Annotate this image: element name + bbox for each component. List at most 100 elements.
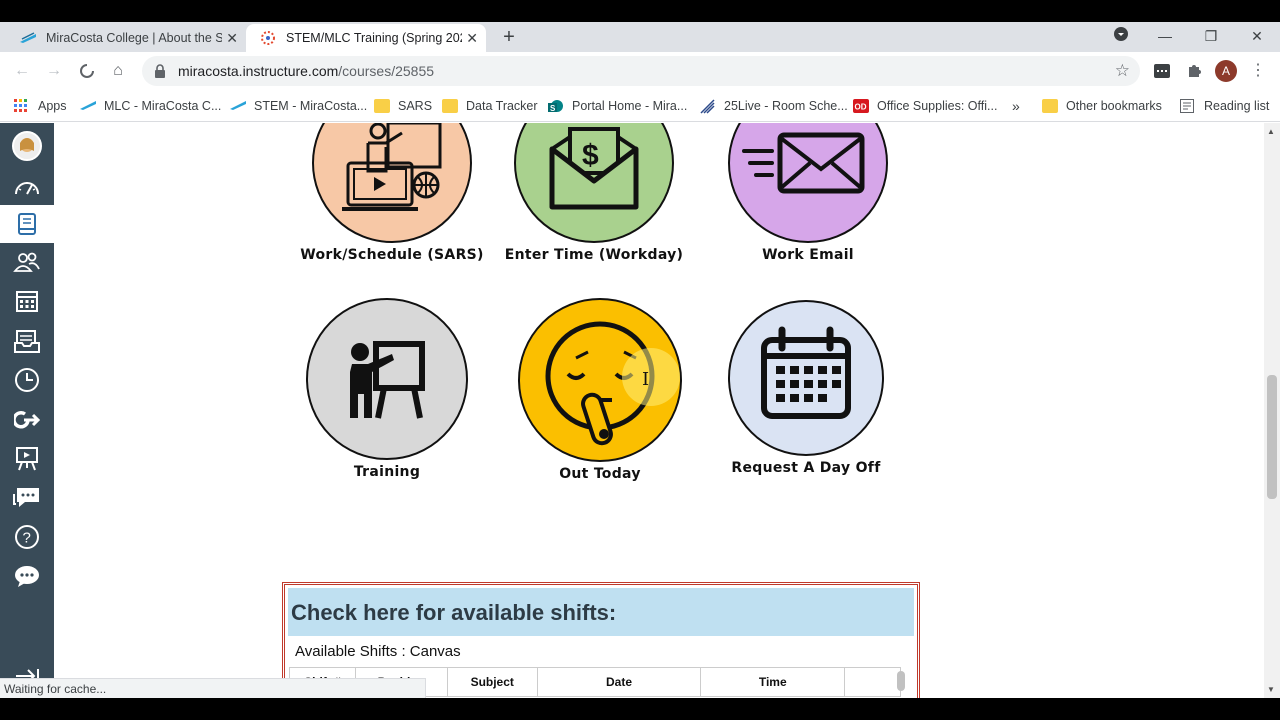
- scroll-up-icon[interactable]: ▲: [1267, 127, 1275, 136]
- bookmark-stem[interactable]: STEM - MiraCosta...: [230, 96, 367, 116]
- svg-text:S: S: [550, 104, 556, 113]
- tile-circle: [728, 300, 884, 456]
- home-icon[interactable]: ⌂: [107, 60, 129, 82]
- miracosta-favicon-icon: [80, 99, 96, 113]
- bookmarks-bar: Apps MLC - MiraCosta C... STEM - MiraCos…: [0, 90, 1280, 122]
- table-scrollbar[interactable]: [897, 671, 905, 691]
- bookmark-label: Other bookmarks: [1066, 99, 1162, 113]
- page-scrollbar[interactable]: ▲ ▼: [1264, 123, 1280, 698]
- bookmark-sars[interactable]: SARS: [374, 96, 432, 116]
- nav-dashboard-icon[interactable]: [12, 171, 42, 201]
- tab-strip: MiraCosta College | About the ST ✕ STEM/…: [0, 22, 1280, 52]
- tab-search-icon[interactable]: [1098, 24, 1144, 48]
- bookmark-data-tracker[interactable]: Data Tracker: [442, 96, 538, 116]
- loading-stop-icon[interactable]: [76, 60, 98, 82]
- envelope-dollar-icon: $: [549, 127, 639, 210]
- bookmark-other[interactable]: Other bookmarks: [1042, 96, 1162, 116]
- svg-text:OD: OD: [855, 103, 867, 112]
- nav-courses-icon[interactable]: [12, 209, 42, 239]
- tile-circle: [728, 123, 888, 243]
- tab-stem-mlc-training[interactable]: STEM/MLC Training (Spring 2021 ✕: [246, 24, 486, 52]
- lock-icon: [154, 64, 168, 78]
- bookmark-office-supplies[interactable]: OD Office Supplies: Offi...: [853, 96, 997, 116]
- tile-label: Request A Day Off: [731, 460, 881, 476]
- menu-dots-icon[interactable]: ⋮: [1247, 60, 1269, 82]
- tile-enter-time[interactable]: $ Enter Time (Workday): [494, 123, 694, 273]
- restore-icon[interactable]: ❐: [1188, 24, 1234, 48]
- nav-calendar-icon[interactable]: [12, 286, 42, 316]
- canvas-global-nav: ?: [0, 123, 54, 698]
- column-header: [844, 667, 901, 697]
- shifts-subheading: Available Shifts : Canvas: [295, 643, 461, 660]
- nav-inbox-icon[interactable]: [12, 326, 42, 356]
- folder-icon: [1042, 99, 1058, 113]
- address-bar[interactable]: miracosta.instructure.com/courses/25855 …: [142, 56, 1140, 86]
- tile-label: Work/Schedule (SARS): [300, 247, 484, 263]
- bookmark-label: MLC - MiraCosta C...: [104, 99, 222, 113]
- bookmark-label: Portal Home - Mira...: [572, 99, 688, 113]
- tile-request-day-off[interactable]: Request A Day Off: [710, 298, 920, 488]
- nav-feedback-icon[interactable]: [12, 561, 42, 591]
- reading-list-button[interactable]: Reading list: [1180, 96, 1269, 116]
- bookmark-25live[interactable]: 25Live - Room Sche...: [700, 96, 848, 116]
- tile-training[interactable]: Training: [284, 298, 484, 488]
- tile-work-schedule[interactable]: Work/Schedule (SARS): [284, 123, 484, 273]
- back-icon[interactable]: ←: [11, 60, 33, 82]
- 25live-icon: [700, 99, 716, 114]
- office-depot-icon: OD: [853, 99, 869, 113]
- bookmark-apps[interactable]: Apps: [14, 96, 67, 116]
- bookmark-label: SARS: [398, 99, 433, 113]
- more-bookmarks-button[interactable]: »: [1012, 96, 1020, 116]
- presentation-icon: [350, 341, 425, 419]
- text-cursor-icon: I: [642, 369, 650, 390]
- profile-avatar[interactable]: A: [1215, 60, 1237, 82]
- svg-text:?: ?: [23, 530, 31, 547]
- browser-window: MiraCosta College | About the ST ✕ STEM/…: [0, 22, 1280, 698]
- nav-studio-icon[interactable]: [12, 444, 42, 474]
- bookmark-label: Reading list: [1204, 99, 1270, 113]
- folder-icon: [442, 99, 458, 113]
- extension-icon[interactable]: [1151, 60, 1173, 82]
- bookmark-mlc[interactable]: MLC - MiraCosta C...: [80, 96, 221, 116]
- course-page-content: Work/Schedule (SARS) $ Enter Time (Workd…: [54, 123, 1264, 698]
- shifts-heading: Check here for available shifts:: [288, 588, 914, 636]
- column-header: Date: [536, 667, 702, 697]
- new-tab-icon[interactable]: +: [498, 26, 520, 49]
- tab-miracosta-about[interactable]: MiraCosta College | About the ST ✕: [6, 24, 246, 52]
- teacher-screen-icon: [342, 123, 442, 211]
- tile-circle: $: [514, 123, 674, 243]
- forward-icon[interactable]: →: [43, 60, 65, 82]
- calendar-icon: [761, 326, 851, 419]
- close-window-icon[interactable]: ✕: [1234, 24, 1280, 48]
- url-host: miracosta.instructure.com: [178, 63, 339, 79]
- tile-label: Work Email: [762, 247, 854, 263]
- fast-mail-icon: [742, 132, 865, 194]
- tile-label: Enter Time (Workday): [504, 247, 684, 263]
- tile-label: Out Today: [559, 466, 641, 482]
- close-tab-icon[interactable]: ✕: [466, 30, 478, 46]
- nav-help-icon[interactable]: ?: [12, 522, 42, 552]
- nav-account-avatar[interactable]: [12, 131, 42, 161]
- bookmark-portal-home[interactable]: S Portal Home - Mira...: [548, 96, 687, 116]
- close-tab-icon[interactable]: ✕: [226, 30, 238, 46]
- apps-grid-icon: [14, 99, 30, 113]
- bookmark-label: Apps: [38, 99, 67, 113]
- tile-work-email[interactable]: Work Email: [714, 123, 914, 273]
- nav-chat-icon[interactable]: [12, 483, 42, 513]
- extensions-puzzle-icon[interactable]: [1183, 60, 1205, 82]
- bookmark-label: Data Tracker: [466, 99, 538, 113]
- scrollbar-thumb[interactable]: [1267, 375, 1277, 499]
- bookmark-star-icon[interactable]: ☆: [1115, 61, 1130, 81]
- tab-title: MiraCosta College | About the ST: [46, 31, 222, 45]
- scroll-down-icon[interactable]: ▼: [1267, 685, 1275, 694]
- column-header: Time: [700, 667, 846, 697]
- nav-groups-icon[interactable]: [12, 247, 42, 277]
- bookmark-label: STEM - MiraCosta...: [254, 99, 368, 113]
- nav-commons-icon[interactable]: [12, 405, 42, 435]
- nav-history-icon[interactable]: [12, 365, 42, 395]
- status-bar: Waiting for cache...: [0, 678, 426, 698]
- miracosta-favicon-icon: [230, 99, 246, 113]
- minimize-icon[interactable]: —: [1142, 24, 1188, 48]
- canvas-favicon-icon: [260, 30, 276, 46]
- url-text: miracosta.instructure.com/courses/25855: [178, 63, 434, 79]
